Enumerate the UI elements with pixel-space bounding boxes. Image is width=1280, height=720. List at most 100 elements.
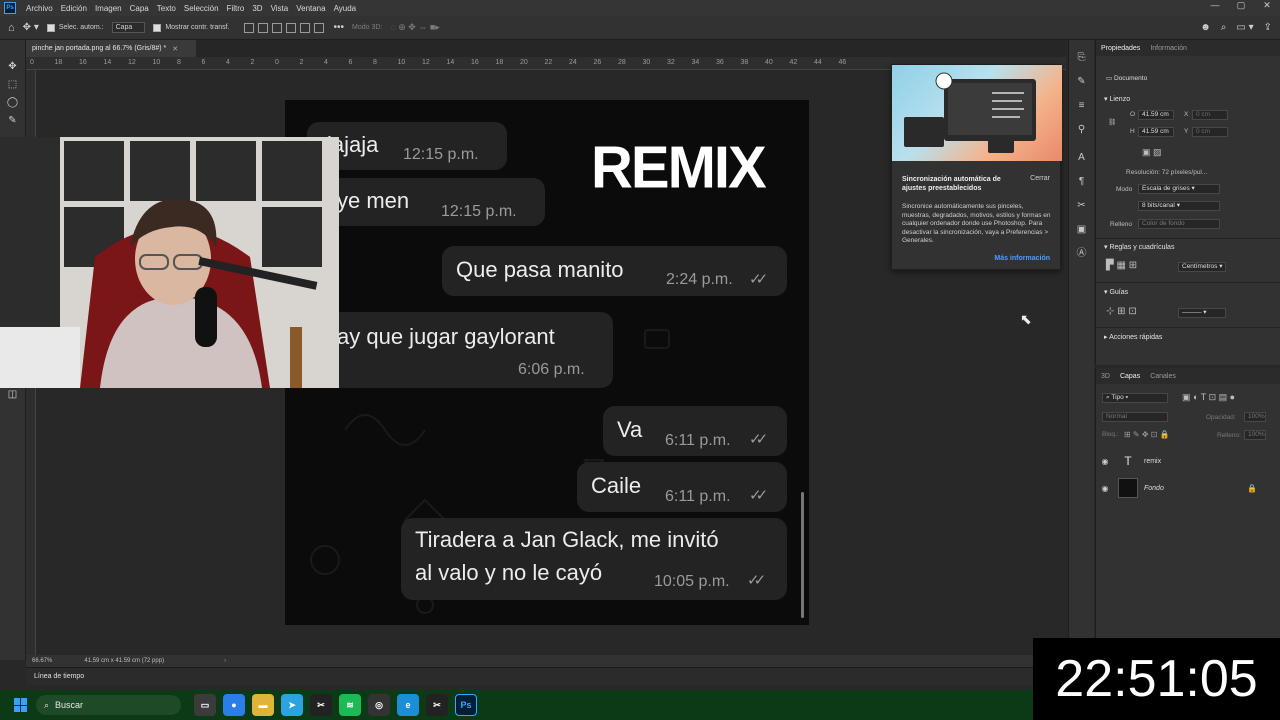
chrome-icon[interactable]: ● bbox=[223, 694, 245, 716]
canvas-orientation-icons[interactable]: ▣ ▨ bbox=[1142, 147, 1162, 158]
tab-propiedades[interactable]: Propiedades bbox=[1096, 45, 1145, 52]
menu-archivo[interactable]: Archivo bbox=[22, 4, 57, 13]
capcut-icon[interactable]: ✂ bbox=[310, 694, 332, 716]
move-tool-icon[interactable]: ✥ ▾ bbox=[23, 22, 39, 33]
move-tool-icon[interactable]: ✥ bbox=[6, 60, 20, 74]
width-field[interactable]: 41.59 cm bbox=[1138, 110, 1174, 120]
opacity-field[interactable]: 100% bbox=[1244, 412, 1266, 422]
status-arrow-icon[interactable]: › bbox=[224, 658, 226, 664]
guide-line-style-dropdown[interactable]: ——— ▾ bbox=[1178, 308, 1226, 318]
menu-ayuda[interactable]: Ayuda bbox=[330, 4, 361, 13]
edge-icon[interactable]: e bbox=[397, 694, 419, 716]
mode-label: Modo bbox=[1116, 186, 1133, 193]
timeline-tab[interactable]: Línea de tiempo bbox=[34, 673, 84, 680]
canvas-section[interactable]: ▾ Lienzo bbox=[1104, 95, 1130, 103]
minimize-icon[interactable]: — bbox=[1202, 0, 1228, 11]
tab-canales[interactable]: Canales bbox=[1145, 373, 1181, 380]
workspace-icon[interactable]: ▭ ▾ bbox=[1236, 22, 1253, 33]
layer-filter-dropdown[interactable]: ⌕ Tipo ▾ bbox=[1102, 393, 1168, 403]
windows-start-icon[interactable] bbox=[14, 698, 28, 712]
photoshop-icon[interactable]: Ps bbox=[455, 694, 477, 716]
blend-mode-dropdown[interactable]: Normal bbox=[1102, 412, 1168, 422]
menu-ventana[interactable]: Ventana bbox=[292, 4, 329, 13]
capcut-2-icon[interactable]: ✂ bbox=[426, 694, 448, 716]
y-field[interactable]: 0 cm bbox=[1192, 127, 1228, 137]
share-icon[interactable]: ⇪ bbox=[1264, 22, 1272, 33]
auto-select-checkbox[interactable] bbox=[46, 23, 55, 32]
document-tab[interactable]: pinche jan portada.png al 66.7% (Gris/8#… bbox=[26, 40, 196, 57]
align-top-icon[interactable] bbox=[243, 22, 254, 33]
tab-capas[interactable]: Capas bbox=[1115, 373, 1145, 380]
magic-wand-tool-icon[interactable]: ✎ bbox=[6, 114, 20, 128]
adjustments-icon[interactable]: ≡ bbox=[1076, 100, 1088, 112]
guides-section[interactable]: ▾ Guías bbox=[1104, 288, 1128, 296]
character-icon[interactable]: A bbox=[1076, 152, 1088, 164]
paragraph-icon[interactable]: ¶ bbox=[1076, 176, 1088, 188]
layer-row[interactable]: ◉ Fondo 🔒 bbox=[1096, 475, 1280, 501]
mode-dropdown[interactable]: Escala de grises ▾ bbox=[1138, 184, 1220, 194]
popup-close-button[interactable]: Cerrar bbox=[1030, 175, 1050, 182]
message-time: 12:15 p.m. bbox=[403, 146, 479, 163]
quick-actions-section[interactable]: ▸ Acciones rápidas bbox=[1104, 333, 1162, 341]
lock-icon[interactable]: 🔒 bbox=[1247, 484, 1257, 493]
link-icon[interactable]: ⛓ bbox=[1108, 118, 1116, 126]
layer-row[interactable]: ◉ T remix bbox=[1096, 448, 1280, 474]
menu-capa[interactable]: Capa bbox=[126, 4, 153, 13]
fill-label: Relleno bbox=[1110, 221, 1133, 228]
tools-icon[interactable]: ✂ bbox=[1076, 200, 1088, 212]
search-icon[interactable]: ⌕ bbox=[1221, 22, 1227, 33]
folder-icon[interactable]: ▬ bbox=[252, 694, 274, 716]
taskbar-search[interactable]: ⌕ Buscar bbox=[36, 695, 181, 715]
height-field[interactable]: 41.59 cm bbox=[1138, 127, 1174, 137]
file-explorer-tasks-icon[interactable]: ▭ bbox=[194, 694, 216, 716]
menu-imagen[interactable]: Imagen bbox=[91, 4, 126, 13]
home-icon[interactable]: ⌂ bbox=[8, 22, 15, 34]
brush-icon[interactable]: ✎ bbox=[1076, 76, 1088, 88]
align-left-icon[interactable] bbox=[285, 22, 296, 33]
artboard[interactable]: REMIX jajaja 12:15 p.m. ye men 12:15 p.m… bbox=[285, 100, 809, 625]
align-middle-icon[interactable] bbox=[257, 22, 268, 33]
x-field[interactable]: 0 cm bbox=[1192, 110, 1228, 120]
lock-icons[interactable]: ⊞ ✎ ✥ ⊡ 🔒 bbox=[1124, 430, 1170, 439]
visibility-eye-icon[interactable]: ◉ bbox=[1096, 457, 1114, 466]
telegram-icon[interactable]: ➤ bbox=[281, 694, 303, 716]
zoom-level[interactable]: 66.67% bbox=[32, 658, 52, 664]
align-right-icon[interactable] bbox=[313, 22, 324, 33]
menu-edicion[interactable]: Edición bbox=[57, 4, 91, 13]
menu-filtro[interactable]: Filtro bbox=[223, 4, 249, 13]
obs-icon[interactable]: ◎ bbox=[368, 694, 390, 716]
align-center-icon[interactable] bbox=[299, 22, 310, 33]
guides-icons[interactable]: ⊹ ⊞ ⊡ bbox=[1106, 306, 1137, 317]
lasso-tool-icon[interactable]: ◯ bbox=[6, 96, 20, 110]
tab-3d[interactable]: 3D bbox=[1096, 373, 1115, 380]
align-bottom-icon[interactable] bbox=[271, 22, 282, 33]
more-options-icon[interactable]: ••• bbox=[334, 22, 345, 33]
ruler-grid-icons[interactable]: ▛ ▦ ⊞ bbox=[1106, 260, 1137, 271]
depth-dropdown[interactable]: 8 bits/canal ▾ bbox=[1138, 201, 1220, 211]
tab-informacion[interactable]: Información bbox=[1145, 45, 1192, 52]
history-icon[interactable]: ⎘ bbox=[1076, 52, 1088, 64]
auto-select-dropdown[interactable]: Capa bbox=[111, 22, 146, 33]
stamp-icon[interactable]: ⚲ bbox=[1076, 124, 1088, 136]
rulers-grids-section[interactable]: ▾ Reglas y cuadrículas bbox=[1104, 243, 1174, 251]
quick-mask-icon[interactable]: ◫ bbox=[6, 388, 20, 402]
fill-field[interactable]: 100% bbox=[1244, 430, 1266, 440]
marquee-tool-icon[interactable]: ⬚ bbox=[6, 78, 20, 92]
fill-dropdown[interactable]: Color de fondo bbox=[1138, 219, 1220, 229]
menu-3d[interactable]: 3D bbox=[248, 4, 266, 13]
glyph-icon[interactable]: Ⓐ bbox=[1076, 248, 1088, 260]
more-info-link[interactable]: Más información bbox=[994, 255, 1050, 262]
menu-texto[interactable]: Texto bbox=[153, 4, 180, 13]
layer-filter-icons[interactable]: ▣ ◐ T ⊡ ▤ ● bbox=[1182, 392, 1235, 403]
units-dropdown[interactable]: Centímetros ▾ bbox=[1178, 262, 1226, 272]
close-tab-icon[interactable]: ✕ bbox=[172, 45, 178, 53]
show-transform-checkbox[interactable] bbox=[153, 23, 162, 32]
cloud-user-icon[interactable]: ☻ bbox=[1200, 22, 1211, 33]
spotify-icon[interactable]: ≋ bbox=[339, 694, 361, 716]
menu-vista[interactable]: Vista bbox=[267, 4, 293, 13]
menu-seleccion[interactable]: Selección bbox=[180, 4, 223, 13]
maximize-icon[interactable]: ▢ bbox=[1228, 0, 1254, 11]
swatch-icon[interactable]: ▣ bbox=[1076, 224, 1088, 236]
visibility-eye-icon[interactable]: ◉ bbox=[1096, 484, 1114, 493]
close-icon[interactable]: ✕ bbox=[1254, 0, 1280, 11]
